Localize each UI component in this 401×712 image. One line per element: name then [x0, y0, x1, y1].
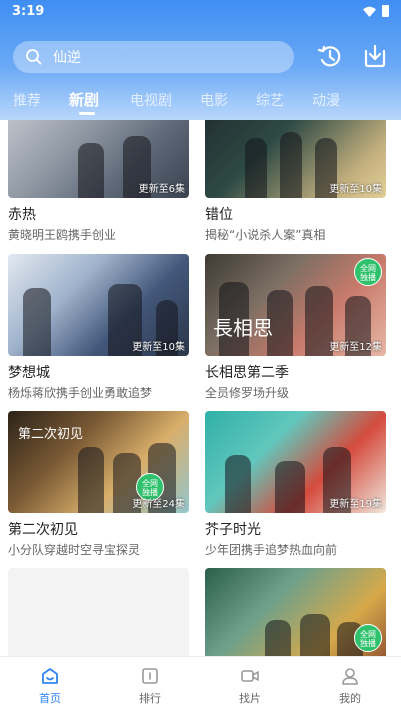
drama-poster-loading: [8, 568, 189, 656]
tab-movies[interactable]: 电影: [200, 90, 228, 110]
drama-description: 杨烁蒋欣携手创业勇敢追梦: [8, 386, 153, 400]
bottom-navigation: 首页 排行 找片 我的: [0, 656, 401, 712]
nav-label: 找片: [239, 692, 261, 705]
nav-profile[interactable]: 我的: [300, 657, 400, 712]
drama-title: 长相思第二季: [205, 365, 289, 381]
exclusive-badge: 全网 独播: [354, 258, 382, 286]
drama-poster: 更新至10集: [8, 254, 189, 356]
tab-anime[interactable]: 动漫: [312, 90, 340, 110]
nav-home[interactable]: 首页: [0, 657, 100, 712]
episode-count: 更新至10集: [329, 184, 382, 195]
drama-grid: 更新至6集 赤热 黄晓明王鸥携手创业 更新至10集 错位 揭秘“小说杀人案”真相…: [0, 120, 401, 656]
nav-label: 首页: [39, 692, 61, 705]
drama-poster: 更新至10集: [205, 120, 386, 198]
episode-count: 更新至12集: [329, 342, 382, 353]
drama-card[interactable]: 長相思 全网 独播 更新至12集 长相思第二季 全员修罗场升级: [205, 254, 386, 400]
nav-label: 我的: [339, 692, 361, 705]
ranking-icon: [142, 668, 158, 684]
drama-card[interactable]: [8, 568, 189, 656]
user-icon: [342, 668, 358, 685]
drama-description: 揭秘“小说杀人案”真相: [205, 228, 326, 242]
video-camera-icon: [241, 670, 259, 682]
drama-title: 芥子时光: [205, 522, 261, 538]
download-icon[interactable]: [361, 42, 389, 70]
status-time: 3:19: [12, 4, 45, 19]
episode-count: 更新至19集: [329, 499, 382, 510]
episode-count: 更新至6集: [138, 184, 185, 195]
drama-poster: 第二次初见 全网 独播 更新至24集: [8, 411, 189, 513]
episode-count: 更新至10集: [132, 342, 185, 353]
status-bar: 3:19: [0, 0, 401, 24]
search-input[interactable]: 仙逆: [13, 41, 294, 73]
search-query: 仙逆: [53, 50, 81, 66]
search-icon: [26, 49, 42, 65]
drama-title: 第二次初见: [8, 522, 78, 538]
home-icon: [42, 668, 58, 684]
drama-title: 赤热: [8, 207, 36, 223]
drama-card[interactable]: 更新至10集 梦想城 杨烁蒋欣携手创业勇敢追梦: [8, 254, 189, 400]
episode-count: 更新至24集: [132, 499, 185, 510]
tab-new-drama[interactable]: 新剧: [69, 89, 99, 110]
drama-title: 错位: [205, 207, 233, 223]
poster-title-art: 第二次初见: [18, 427, 84, 442]
drama-card[interactable]: 全网 独播: [205, 568, 386, 656]
status-icons: [363, 5, 389, 17]
drama-poster: 更新至19集: [205, 411, 386, 513]
drama-poster: 全网 独播: [205, 568, 386, 656]
drama-card[interactable]: 更新至10集 错位 揭秘“小说杀人案”真相: [205, 120, 386, 242]
drama-description: 小分队穿越时空寻宝探灵: [8, 543, 141, 557]
drama-description: 黄晓明王鸥携手创业: [8, 228, 117, 242]
tab-variety[interactable]: 综艺: [256, 90, 284, 110]
poster-title-art: 長相思: [213, 316, 273, 340]
drama-card[interactable]: 第二次初见 全网 独播 更新至24集 第二次初见 小分队穿越时空寻宝探灵: [8, 411, 189, 557]
nav-discover[interactable]: 找片: [200, 657, 300, 712]
wifi-icon: [363, 6, 376, 17]
category-tabs: 推荐 新剧 电视剧 电影 综艺 动漫: [0, 86, 401, 116]
tab-tv-series[interactable]: 电视剧: [130, 90, 172, 110]
app-header: 3:19 仙逆 推荐 新剧 电视剧 电影 综艺 动漫: [0, 0, 401, 120]
tab-recommend[interactable]: 推荐: [13, 90, 41, 110]
drama-poster: 更新至6集: [8, 120, 189, 198]
nav-ranking[interactable]: 排行: [100, 657, 200, 712]
nav-label: 排行: [139, 692, 161, 705]
drama-description: 少年团携手追梦热血向前: [205, 543, 338, 557]
battery-icon: [382, 5, 389, 17]
drama-description: 全员修罗场升级: [205, 386, 290, 400]
drama-title: 梦想城: [8, 365, 50, 381]
exclusive-badge: 全网 独播: [354, 624, 382, 652]
active-tab-indicator: [79, 112, 95, 115]
drama-poster: 長相思 全网 独播 更新至12集: [205, 254, 386, 356]
drama-card[interactable]: 更新至6集 赤热 黄晓明王鸥携手创业: [8, 120, 189, 242]
history-icon[interactable]: [316, 42, 344, 70]
drama-card[interactable]: 更新至19集 芥子时光 少年团携手追梦热血向前: [205, 411, 386, 557]
